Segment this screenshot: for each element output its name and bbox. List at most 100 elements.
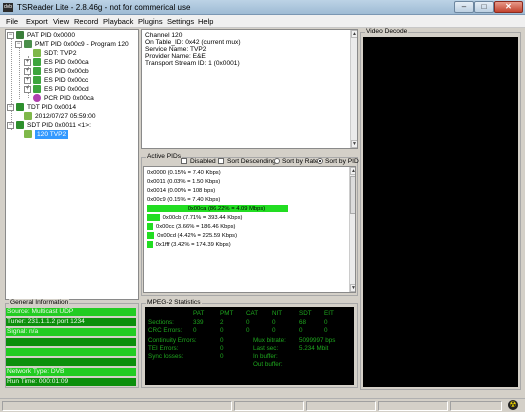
stat-label: TEI Errors:: [148, 345, 179, 352]
menu-file[interactable]: File: [6, 17, 18, 26]
collapse-icon[interactable]: −: [7, 32, 14, 39]
menu-export[interactable]: Export: [26, 17, 48, 26]
tree-label: PAT PID 0x0000: [27, 32, 76, 39]
scroll-down-icon[interactable]: ▼: [351, 140, 357, 148]
active-pids-list[interactable]: 0x0000 (0.15% = 7.40 Kbps) 0x0011 (0.03% …: [143, 166, 356, 293]
general-info-row: Run Time: 000:01:09: [6, 378, 136, 386]
scroll-up-icon[interactable]: ▲: [350, 167, 355, 175]
stat-label: In buffer:: [253, 353, 278, 360]
stat-value: 0: [272, 319, 276, 326]
collapse-icon[interactable]: −: [7, 104, 14, 111]
sort-by-pid-radio[interactable]: Sort by PID: [317, 157, 359, 166]
menu-settings[interactable]: Settings: [167, 17, 194, 26]
menu-plugins[interactable]: Plugins: [138, 17, 163, 26]
tree-label: SDT PID 0x0011 <1>:: [27, 122, 91, 129]
stat-value: 68: [299, 319, 307, 326]
tree-label: ES PID 0x00cb: [44, 68, 89, 75]
video-decode-label: Video Decode: [365, 28, 409, 35]
stat-value: 0: [220, 337, 224, 344]
minimize-button[interactable]: –: [454, 1, 474, 13]
expand-icon[interactable]: +: [24, 86, 31, 93]
stat-value: 0: [324, 327, 328, 334]
collapse-icon[interactable]: −: [7, 122, 14, 129]
tree-label: PMT PID 0x00c9 - Program 120: [35, 41, 129, 48]
menu-record[interactable]: Record: [74, 17, 98, 26]
tree-guide: [11, 38, 12, 130]
menu-view[interactable]: View: [53, 17, 69, 26]
pid-bitrate-bar: [147, 223, 153, 230]
pid-tree-panel[interactable]: − PAT PID 0x0000 − PMT PID 0x00c9 - Prog…: [5, 29, 139, 300]
status-bar: [0, 398, 525, 412]
elementary-stream-icon: [33, 58, 41, 66]
stat-value: 0: [246, 327, 250, 334]
app-icon: dvb: [3, 3, 13, 12]
tree-label: PCR PID 0x00ca: [44, 95, 94, 102]
pid-row[interactable]: 0x00cd (4.42% = 225.59 Kbps): [147, 232, 347, 240]
maximize-button[interactable]: □: [474, 1, 494, 13]
tree-guide: [19, 47, 20, 99]
title-bar: dvb TSReader Lite - 2.8.46g - not for co…: [0, 0, 525, 15]
pid-row-text: 0x00ca (86.22% = 4.09 Mbps): [187, 206, 266, 212]
pid-row[interactable]: 0x1fff (3.42% = 174.39 Kbps): [147, 241, 347, 249]
stat-label: Last sec:: [253, 345, 279, 352]
menu-playback[interactable]: Playback: [103, 17, 133, 26]
pid-row-text: 0x00cc (3.66% = 186.46 Kbps): [156, 224, 236, 230]
pid-row[interactable]: 0x00c9 (0.15% = 7.40 Kbps): [147, 196, 347, 204]
stat-value: 5.234 Mbit: [299, 345, 329, 352]
elementary-stream-icon: [33, 85, 41, 93]
pid-bitrate-bar: [147, 241, 153, 248]
stat-value: 5099997 bps: [299, 337, 336, 344]
status-cell: [306, 401, 376, 411]
tree-label: 2012/07/27 05:59:00: [35, 113, 96, 120]
stat-value: 0: [220, 327, 224, 334]
stat-label: Mux bitrate:: [253, 337, 286, 344]
stat-header: PMT: [220, 310, 234, 317]
stat-value: 0: [272, 327, 276, 334]
checkbox-icon: [218, 158, 224, 164]
window-title: TSReader Lite - 2.8.46g - not for commer…: [17, 3, 191, 12]
details-scrollbar[interactable]: ▲ ▼: [350, 30, 357, 148]
radio-selected-icon: [317, 158, 323, 164]
pid-row-text: 0x0011 (0.03% = 1.50 Kbps): [147, 179, 221, 185]
stat-value: 0: [220, 353, 224, 360]
pid-row[interactable]: 0x00cb (7.71% = 393.44 Kbps): [147, 214, 347, 222]
pid-row[interactable]: 0x0011 (0.03% = 1.50 Kbps): [147, 178, 347, 186]
general-info-row: [6, 338, 136, 346]
disabled-checkbox[interactable]: Disabled: [181, 157, 216, 166]
expand-icon[interactable]: +: [24, 59, 31, 66]
general-info-row: Signal: n/a: [6, 328, 136, 336]
checkbox-label: Disabled: [190, 158, 216, 165]
stat-label: CRC Errors:: [148, 327, 183, 334]
pids-scrollbar[interactable]: ▲ ▼: [349, 167, 355, 292]
radio-label: Sort by Rate: [282, 158, 319, 165]
scroll-thumb[interactable]: [350, 176, 355, 214]
scroll-up-icon[interactable]: ▲: [351, 30, 357, 38]
detail-line: Channel 120: [145, 32, 183, 39]
video-display[interactable]: [363, 37, 518, 387]
menu-help[interactable]: Help: [198, 17, 213, 26]
radio-icon: [274, 158, 280, 164]
pid-row[interactable]: 0x0014 (0.00% = 108 bps): [147, 187, 347, 195]
stat-value: 339: [193, 319, 204, 326]
detail-line: On Table_ID: 0x42 (current mux): [145, 39, 241, 46]
menu-bar: File Export View Record Playback Plugins…: [0, 15, 525, 28]
pid-row-text: 0x00c9 (0.15% = 7.40 Kbps): [147, 197, 221, 203]
details-panel[interactable]: Channel 120 On Table_ID: 0x42 (current m…: [141, 29, 358, 149]
pid-row[interactable]: 0x0000 (0.15% = 7.40 Kbps): [147, 169, 347, 177]
sort-by-rate-radio[interactable]: Sort by Rate: [274, 157, 319, 166]
close-button[interactable]: ✕: [494, 1, 523, 13]
stat-value: 0: [299, 327, 303, 334]
tree-label: SDT: TVP2: [44, 50, 77, 57]
pid-icon: [16, 121, 24, 129]
expand-icon[interactable]: +: [24, 77, 31, 84]
collapse-icon[interactable]: −: [15, 41, 22, 48]
tree-label: ES PID 0x00cc: [44, 77, 89, 84]
pid-row[interactable]: 0x00ca (86.22% = 4.09 Mbps): [147, 205, 347, 213]
pid-row-text: 0x00cd (4.42% = 225.59 Kbps): [157, 233, 237, 239]
scroll-down-icon[interactable]: ▼: [350, 284, 355, 292]
stat-header: CAT: [246, 310, 259, 317]
stat-label: Out buffer:: [253, 361, 283, 368]
expand-icon[interactable]: +: [24, 68, 31, 75]
pid-row[interactable]: 0x00cc (3.66% = 186.46 Kbps): [147, 223, 347, 231]
sort-descending-checkbox[interactable]: Sort Descending: [218, 157, 276, 166]
